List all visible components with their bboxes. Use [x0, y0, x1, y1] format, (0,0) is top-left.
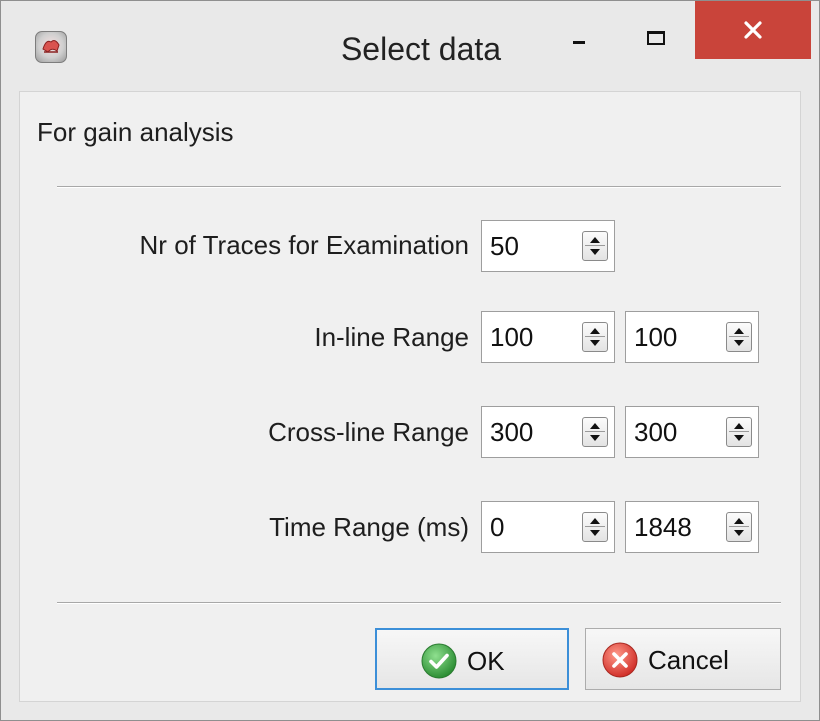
check-circle-icon [421, 643, 457, 679]
down-arrow-icon[interactable] [734, 340, 744, 346]
traces-label: Nr of Traces for Examination [139, 230, 469, 260]
maximize-icon [647, 31, 665, 45]
traces-spinner[interactable]: 50 [481, 220, 615, 272]
time-from-value[interactable]: 0 [490, 512, 504, 542]
app-logo-icon [35, 31, 67, 63]
inline-range-label: In-line Range [314, 322, 469, 352]
up-arrow-icon[interactable] [734, 328, 744, 334]
traces-stepper[interactable] [582, 231, 608, 261]
crossline-to-value[interactable]: 300 [634, 417, 677, 447]
time-range-label: Time Range (ms) [269, 512, 469, 542]
up-arrow-icon[interactable] [590, 518, 600, 524]
maximize-button[interactable] [633, 1, 693, 61]
dialog-window: Select data For gain analysis Nr of Trac… [0, 0, 820, 721]
time-from-stepper[interactable] [582, 512, 608, 542]
close-button[interactable] [695, 1, 811, 59]
ok-button-label: OK [467, 646, 505, 676]
down-arrow-icon[interactable] [734, 435, 744, 441]
traces-value[interactable]: 50 [490, 231, 519, 261]
down-arrow-icon[interactable] [590, 435, 600, 441]
section-heading: For gain analysis [37, 117, 234, 147]
down-arrow-icon[interactable] [590, 530, 600, 536]
crossline-from-spinner[interactable]: 300 [481, 406, 615, 458]
time-from-spinner[interactable]: 0 [481, 501, 615, 553]
up-arrow-icon[interactable] [734, 518, 744, 524]
inline-to-value[interactable]: 100 [634, 322, 677, 352]
window-title: Select data [340, 31, 502, 67]
inline-to-spinner[interactable]: 100 [625, 311, 759, 363]
minimize-button[interactable] [549, 1, 609, 61]
down-arrow-icon[interactable] [590, 340, 600, 346]
time-to-value[interactable]: 1848 [634, 512, 692, 542]
crossline-from-value[interactable]: 300 [490, 417, 533, 447]
close-icon [744, 21, 762, 39]
inline-from-stepper[interactable] [582, 322, 608, 352]
up-arrow-icon[interactable] [590, 423, 600, 429]
time-to-stepper[interactable] [726, 512, 752, 542]
crossline-from-stepper[interactable] [582, 417, 608, 447]
up-arrow-icon[interactable] [590, 237, 600, 243]
separator-top [57, 186, 781, 188]
down-arrow-icon[interactable] [590, 249, 600, 255]
crossline-range-label: Cross-line Range [268, 417, 469, 447]
up-arrow-icon[interactable] [590, 328, 600, 334]
separator-bottom [57, 602, 781, 604]
cancel-button-label: Cancel [648, 645, 729, 675]
time-to-spinner[interactable]: 1848 [625, 501, 759, 553]
minimize-icon [573, 41, 585, 44]
cancel-button[interactable]: Cancel [585, 628, 781, 690]
x-circle-icon [602, 642, 638, 678]
crossline-to-stepper[interactable] [726, 417, 752, 447]
inline-from-value[interactable]: 100 [490, 322, 533, 352]
title-bar[interactable]: Select data [1, 1, 819, 91]
crossline-to-spinner[interactable]: 300 [625, 406, 759, 458]
dialog-content [19, 91, 801, 702]
down-arrow-icon[interactable] [734, 530, 744, 536]
up-arrow-icon[interactable] [734, 423, 744, 429]
ok-button[interactable]: OK [375, 628, 569, 690]
inline-to-stepper[interactable] [726, 322, 752, 352]
inline-from-spinner[interactable]: 100 [481, 311, 615, 363]
